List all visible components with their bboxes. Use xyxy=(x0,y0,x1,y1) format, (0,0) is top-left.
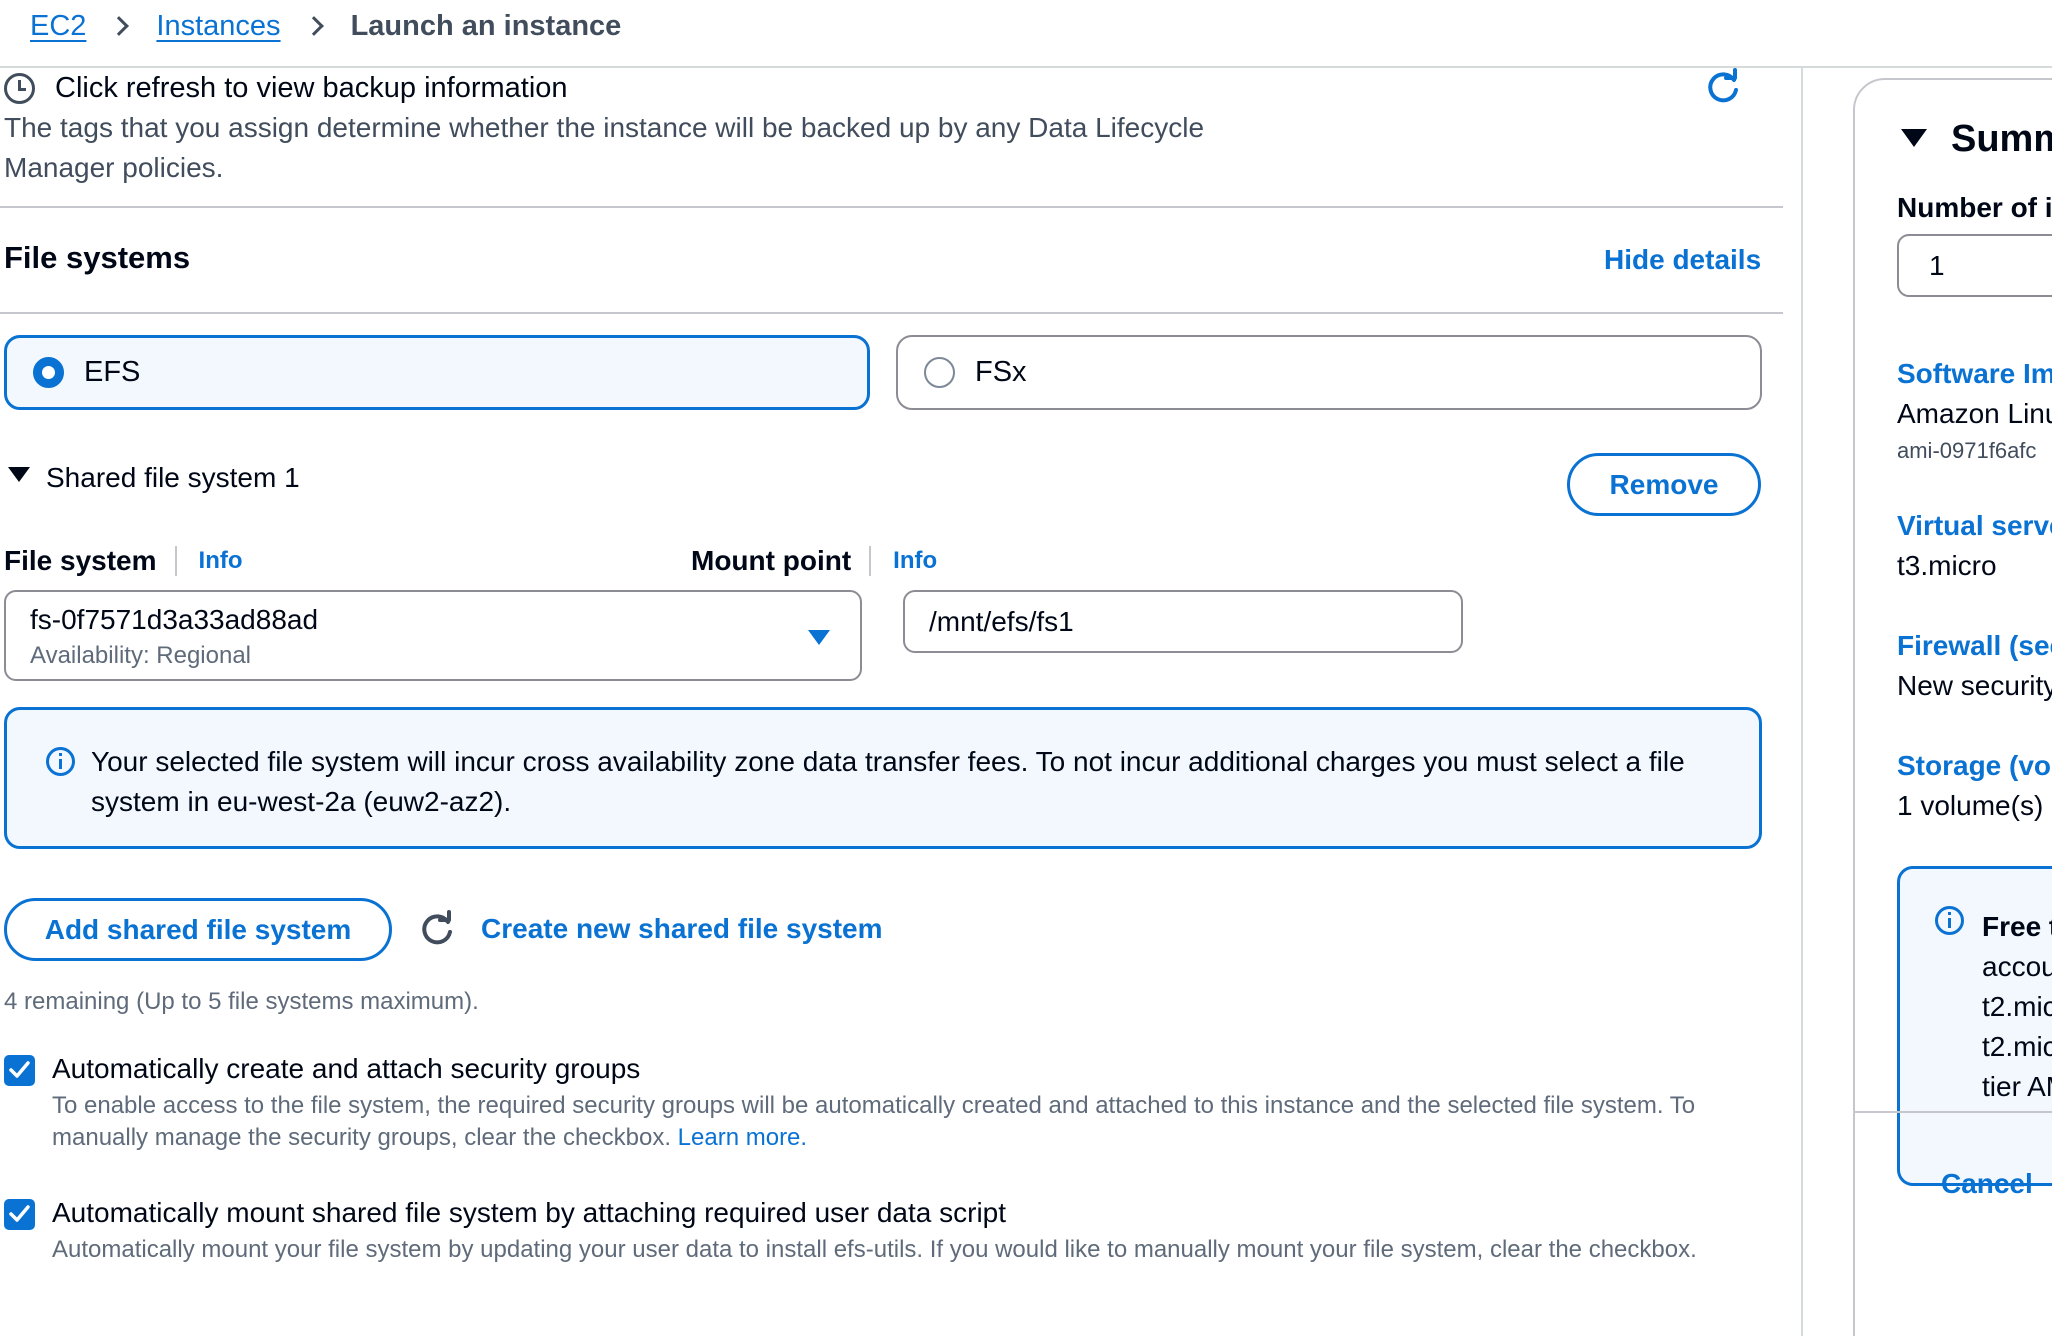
file-system-label: File system xyxy=(4,545,157,576)
check-icon xyxy=(9,1205,30,1222)
free-tier-alert-text: Free t accou t2.mic t2.mic tier AM xyxy=(1982,907,2052,1107)
create-shared-file-system-link[interactable]: Create new shared file system xyxy=(481,913,883,945)
shared-file-system-label: Shared file system 1 xyxy=(46,462,300,493)
file-system-info-link[interactable]: Info xyxy=(199,547,243,575)
efs-radio-tile[interactable]: EFS xyxy=(4,335,870,410)
caret-down-icon xyxy=(808,630,830,645)
label-divider xyxy=(174,546,177,576)
refresh-icon[interactable] xyxy=(418,910,456,948)
learn-more-link[interactable]: Learn more. xyxy=(678,1124,807,1151)
auto-mount-checkbox[interactable] xyxy=(4,1199,35,1230)
auto-security-groups-checkbox[interactable] xyxy=(4,1055,35,1086)
remove-button[interactable]: Remove xyxy=(1567,453,1761,516)
add-shared-file-system-button[interactable]: Add shared file system xyxy=(4,898,392,961)
cancel-button[interactable]: Cancel xyxy=(1941,1168,2033,1200)
fsx-label: FSx xyxy=(975,356,1027,388)
fsx-radio[interactable] xyxy=(924,357,955,388)
virtual-server-link[interactable]: Virtual serve xyxy=(1897,510,2052,542)
number-of-instances-label: Number of i xyxy=(1897,192,2052,223)
efs-radio[interactable] xyxy=(33,357,64,388)
summary-toggle[interactable]: Summ xyxy=(1901,118,2052,161)
mount-point-label: Mount point xyxy=(691,545,852,576)
file-system-select[interactable]: fs-0f7571d3a33ad88ad Availability: Regio… xyxy=(4,590,862,681)
breadcrumb-ec2-link[interactable]: EC2 xyxy=(30,10,86,43)
backup-description: The tags that you assign determine wheth… xyxy=(4,112,1205,183)
breadcrumb-current: Launch an instance xyxy=(350,9,622,42)
software-image-value: Amazon Linu xyxy=(1897,398,2052,429)
free-tier-alert: Free t accou t2.mic t2.mic tier AM xyxy=(1897,866,2052,1186)
backup-info: Click refresh to view backup information xyxy=(4,72,568,105)
auto-security-groups-label: Automatically create and attach security… xyxy=(52,1053,641,1084)
backup-title: Click refresh to view backup information xyxy=(55,72,568,104)
clock-icon xyxy=(4,73,35,104)
file-system-select-value: fs-0f7571d3a33ad88ad xyxy=(30,604,319,635)
caret-down-icon xyxy=(1901,128,1927,147)
number-of-instances-input[interactable]: 1 xyxy=(1897,234,2052,297)
instance-type-value: t3.micro xyxy=(1897,550,1997,581)
label-divider xyxy=(869,546,872,576)
efs-label: EFS xyxy=(84,356,141,388)
fsx-radio-tile[interactable]: FSx xyxy=(896,335,1762,410)
breadcrumb-instances-link[interactable]: Instances xyxy=(156,10,280,43)
free-tier-alert-line: Free t xyxy=(1982,911,2052,942)
storage-link[interactable]: Storage (vol xyxy=(1897,750,2052,782)
software-image-link[interactable]: Software Im xyxy=(1897,358,2052,390)
summary-panel: Summ Number of i 1 Software Im Amazon Li… xyxy=(1853,78,2052,1336)
chevron-right-icon xyxy=(109,16,130,36)
hide-details-link[interactable]: Hide details xyxy=(1604,244,1761,276)
storage-value: 1 volume(s) - xyxy=(1897,790,2052,821)
auto-mount-desc: Automatically mount your file system by … xyxy=(52,1236,1697,1263)
panel-divider xyxy=(1801,68,1803,1336)
check-icon xyxy=(9,1061,30,1078)
free-tier-alert-line: tier AM xyxy=(1982,1071,2052,1102)
mount-point-field-label: Mount point Info xyxy=(691,545,937,577)
free-tier-alert-line: t2.mic xyxy=(1982,991,2052,1022)
remaining-count: 4 remaining (Up to 5 file systems maximu… xyxy=(4,988,479,1015)
free-tier-alert-line: accou xyxy=(1982,951,2052,982)
mount-point-input[interactable]: /mnt/efs/fs1 xyxy=(903,590,1463,653)
auto-security-groups-desc-text: To enable access to the file system, the… xyxy=(52,1092,1696,1151)
refresh-icon[interactable] xyxy=(1704,68,1742,106)
file-system-availability: Availability: Regional xyxy=(30,642,252,669)
cross-az-alert-text: Your selected file system will incur cro… xyxy=(91,746,1685,817)
free-tier-alert-line: t2.mic xyxy=(1982,1031,2052,1062)
auto-security-groups-desc: To enable access to the file system, the… xyxy=(52,1090,1772,1154)
auto-mount-label: Automatically mount shared file system b… xyxy=(52,1197,1007,1228)
divider xyxy=(0,312,1783,314)
info-icon xyxy=(46,747,75,776)
file-system-field-label: File system Info xyxy=(4,545,243,577)
ami-id: ami-0971f6afc xyxy=(1897,438,2037,463)
file-systems-title: File systems xyxy=(4,240,191,275)
summary-divider xyxy=(1855,1111,2052,1113)
cross-az-alert: Your selected file system will incur cro… xyxy=(4,707,1762,849)
caret-down-icon xyxy=(8,466,30,482)
firewall-link[interactable]: Firewall (sec xyxy=(1897,630,2052,662)
mount-point-info-link[interactable]: Info xyxy=(893,547,937,575)
breadcrumb: EC2 Instances Launch an instance xyxy=(30,0,621,52)
firewall-value: New security xyxy=(1897,670,2052,701)
info-icon xyxy=(1935,906,1964,935)
divider xyxy=(0,206,1783,208)
summary-title: Summ xyxy=(1951,118,2052,160)
shared-file-system-toggle[interactable]: Shared file system 1 xyxy=(8,462,300,494)
chevron-right-icon xyxy=(303,16,324,36)
